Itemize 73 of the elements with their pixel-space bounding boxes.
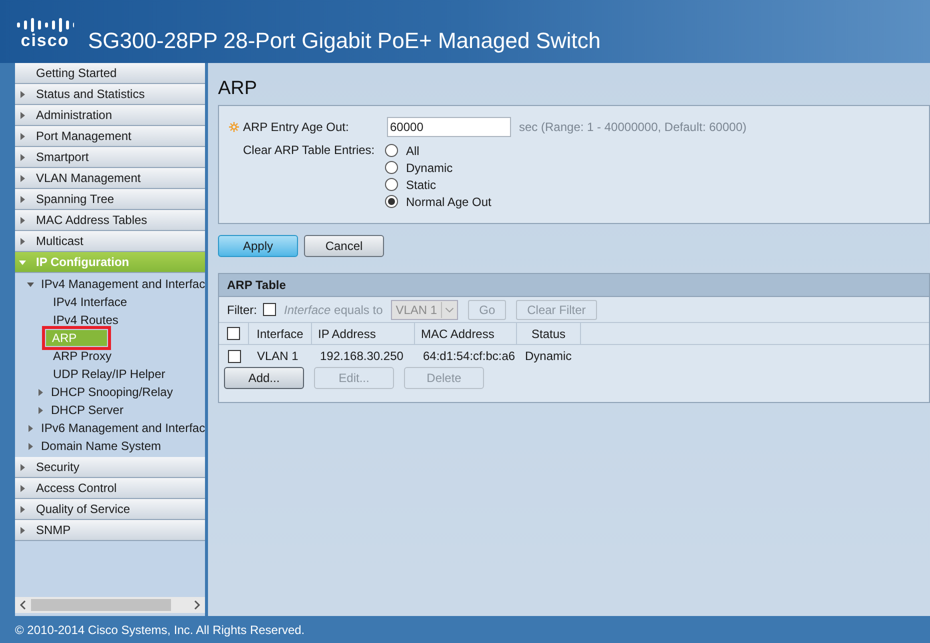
nav-item[interactable]: DHCP Server	[50, 402, 124, 418]
collapsed-arrow-icon	[37, 388, 44, 396]
collapsed-arrow-icon	[27, 442, 34, 450]
nav-item[interactable]: UDP Relay/IP Helper	[52, 366, 166, 382]
nav-section[interactable]: VLAN Management	[15, 168, 205, 189]
nav-section[interactable]: Spanning Tree	[15, 189, 205, 210]
nav-section[interactable]: Getting Started	[15, 63, 205, 84]
nav-section[interactable]: Access Control	[15, 478, 205, 499]
collapsed-arrow-icon	[19, 174, 26, 182]
filter-label: Filter:	[227, 302, 257, 318]
field-label: ARP Entry Age Out:	[243, 119, 350, 136]
collapsed-arrow-icon	[19, 238, 26, 244]
expanded-arrow-icon	[27, 280, 34, 288]
nav-section[interactable]: SNMP	[15, 520, 205, 541]
column-header: Status	[517, 323, 581, 344]
collapsed-arrow-icon	[19, 216, 26, 224]
nav-item[interactable]: DHCP Snooping/Relay	[50, 384, 174, 400]
window-title: SG300-28PP 28-Port Gigabit PoE+ Managed Switch	[88, 27, 601, 55]
nav-item[interactable]: IPv4 Interface	[52, 294, 128, 310]
collapsed-arrow-icon	[19, 112, 26, 118]
collapsed-arrow-icon	[19, 196, 26, 202]
nav-item[interactable]: ARP Proxy	[52, 348, 112, 364]
collapsed-arrow-icon	[19, 526, 26, 534]
column-header: Interface	[249, 323, 312, 344]
collapsed-arrow-icon	[19, 132, 26, 140]
filter-condition: Interface equals to	[284, 302, 383, 318]
radio-label: All	[406, 142, 420, 160]
radio-button[interactable]	[385, 144, 398, 157]
table-cell-text: VLAN 1	[256, 348, 300, 365]
radio-button[interactable]	[385, 178, 398, 191]
column-header: MAC Address	[415, 323, 517, 344]
nav-section[interactable]: Quality of Service	[15, 499, 205, 520]
apply-button[interactable]: Apply	[218, 235, 298, 257]
nav-section[interactable]: Status and Statistics	[15, 84, 205, 105]
add-button[interactable]: Add...	[224, 367, 304, 389]
expanded-arrow-icon	[19, 258, 26, 266]
collapsed-arrow-icon	[19, 154, 26, 160]
collapsed-arrow-icon	[27, 424, 34, 432]
checkbox[interactable]	[228, 350, 240, 362]
table-cell-text: 64:d1:54:cf:bc:a6	[422, 348, 516, 365]
radio-button[interactable]	[385, 195, 398, 208]
collapsed-arrow-icon	[19, 506, 26, 512]
field-label: Clear ARP Table Entries:	[243, 142, 376, 159]
checkbox[interactable]	[227, 327, 240, 340]
panel-title: ARP Table	[219, 274, 929, 297]
nav-item[interactable]: Domain Name System	[40, 438, 162, 454]
radio-label: Static	[406, 176, 436, 194]
radio-label: Normal Age Out	[406, 194, 492, 210]
nav-section[interactable]: MAC Address Tables	[15, 210, 205, 231]
radio-button[interactable]	[385, 161, 398, 174]
table-cell-text: Dynamic	[524, 348, 573, 365]
collapsed-arrow-icon	[19, 464, 26, 470]
horizontal-scrollbar[interactable]	[15, 597, 205, 613]
nav-section[interactable]: Port Management	[15, 126, 205, 147]
age-out-field[interactable]: 60000	[387, 117, 511, 137]
collapsed-arrow-icon	[19, 90, 26, 98]
cisco-logo: cisco	[16, 18, 74, 50]
nav-item[interactable]: IPv4 Routes	[52, 312, 120, 328]
nav-item[interactable]: IPv6 Management and Interfac	[40, 420, 205, 436]
column-header: IP Address	[312, 323, 415, 344]
nav-section[interactable]: Administration	[15, 105, 205, 126]
radio-label: Dynamic	[406, 160, 453, 176]
range-hint: sec (Range: 1 - 40000000, Default: 60000)	[519, 119, 746, 136]
copyright-text: © 2010-2014 Cisco Systems, Inc. All Rights Reserved.	[15, 622, 305, 638]
nav-section[interactable]: Security	[15, 457, 205, 478]
page-title: ARP	[218, 77, 258, 101]
nav-section[interactable]: Smartport	[15, 147, 205, 168]
table-cell-text: 192.168.30.250	[319, 348, 404, 365]
nav-item[interactable]: IPv4 Management and Interfac	[40, 276, 205, 292]
nav-section[interactable]: Multicast	[15, 231, 205, 252]
collapsed-arrow-icon	[19, 484, 26, 492]
collapsed-arrow-icon	[37, 406, 44, 414]
cancel-button[interactable]: Cancel	[304, 235, 384, 257]
